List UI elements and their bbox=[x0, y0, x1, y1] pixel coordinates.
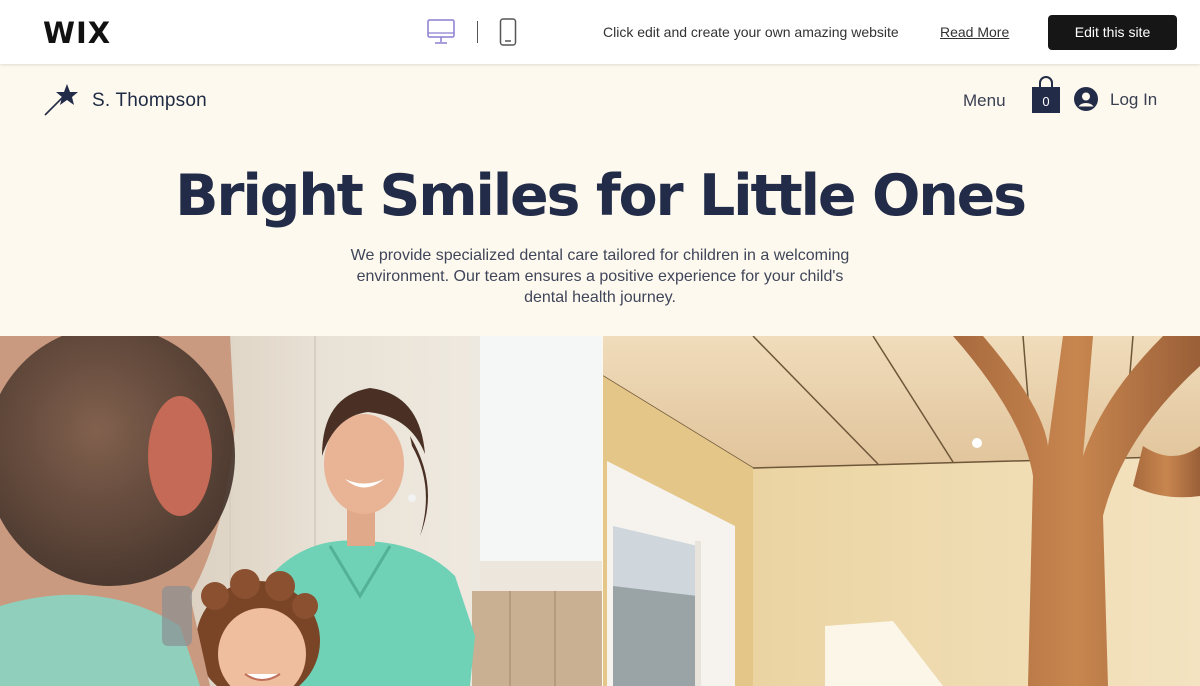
device-divider bbox=[477, 21, 478, 43]
menu-link[interactable]: Menu bbox=[963, 91, 1006, 111]
edit-site-button[interactable]: Edit this site bbox=[1048, 15, 1177, 50]
dentist-with-child-photo bbox=[0, 336, 602, 686]
clinic-interior-photo bbox=[603, 336, 1200, 686]
brand-name[interactable]: S. Thompson bbox=[92, 90, 207, 112]
wix-top-bar: WIX Click edit and create your own amazi… bbox=[0, 0, 1200, 64]
cart-count: 0 bbox=[1042, 94, 1050, 109]
promo-text: Click edit and create your own amazing w… bbox=[603, 24, 899, 40]
cart-button[interactable]: 0 bbox=[1031, 75, 1061, 115]
read-more-link[interactable]: Read More bbox=[940, 24, 1009, 40]
mobile-icon[interactable] bbox=[499, 18, 517, 46]
hero-title: Bright Smiles for Little Ones bbox=[175, 163, 1027, 229]
site-header: S. Thompson Menu 0 Log In Bright Smiles … bbox=[0, 64, 1200, 336]
user-avatar-icon bbox=[1074, 87, 1098, 111]
wix-logo[interactable]: WIX bbox=[43, 16, 111, 50]
desktop-icon[interactable] bbox=[427, 19, 455, 45]
hero-description: We provide specialized dental care tailo… bbox=[350, 247, 850, 306]
login-label: Log In bbox=[1110, 90, 1158, 109]
magic-wand-star-icon[interactable] bbox=[43, 82, 79, 118]
